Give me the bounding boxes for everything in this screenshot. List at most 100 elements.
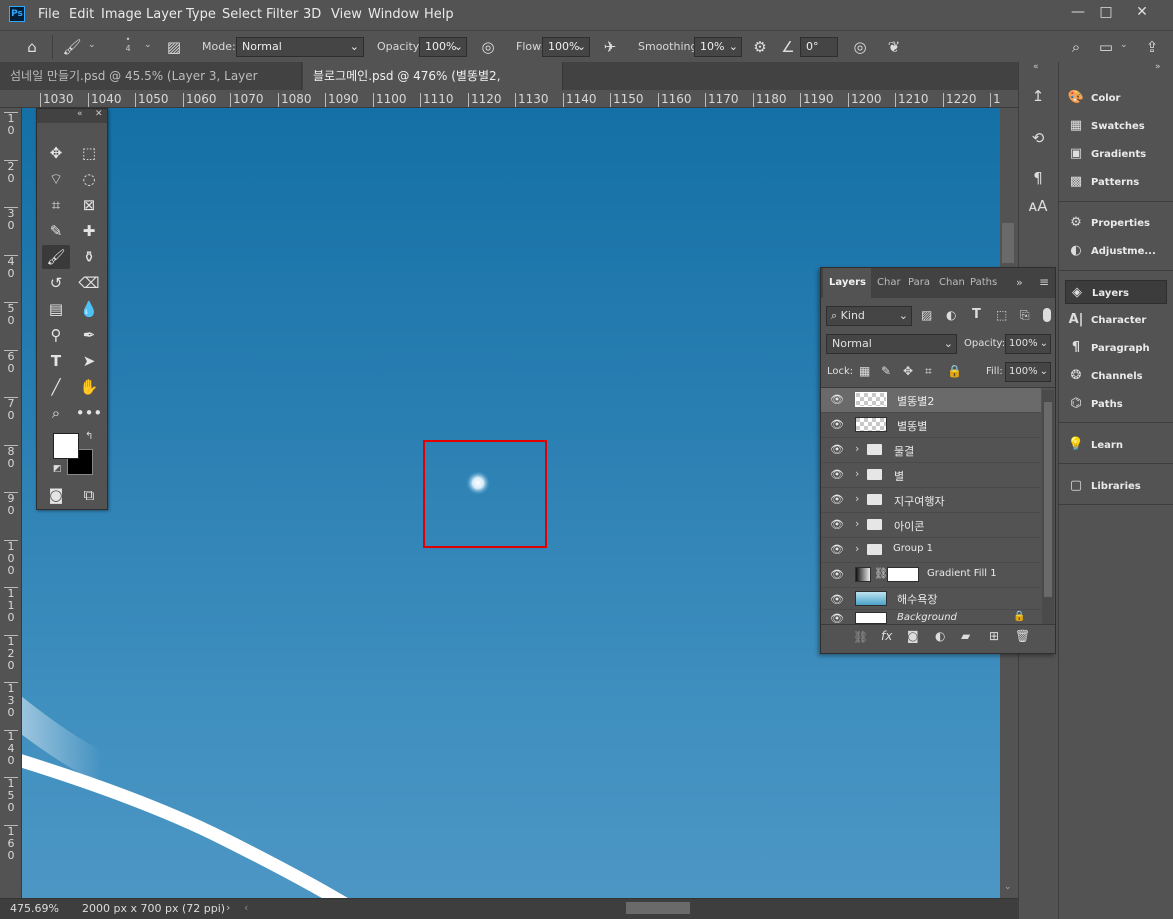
menu-window[interactable]: Window <box>368 7 419 22</box>
brush-preset-icon[interactable]: 🖌 <box>60 35 84 59</box>
pressure-opacity-icon[interactable]: ◎ <box>476 35 500 59</box>
layer-row[interactable]: 👁 › 지구여행자 <box>821 488 1041 513</box>
menu-edit[interactable]: Edit <box>69 7 94 22</box>
add-mask-icon[interactable]: ◙ <box>907 629 919 643</box>
menu-filter[interactable]: Filter <box>266 7 298 22</box>
panel-libraries[interactable]: ▢ Libraries <box>1065 474 1167 498</box>
filter-kind-select[interactable]: ⌕ Kind ⌄ <box>826 306 912 326</box>
lasso-tool-icon[interactable]: ⌔ <box>42 167 70 191</box>
opacity-input[interactable]: 100% ⌄ <box>419 37 467 57</box>
brush-tool-icon[interactable]: 🖌 <box>42 245 70 269</box>
panel-paragraph[interactable]: ¶ Paragraph <box>1065 336 1167 360</box>
fx-icon[interactable]: fx <box>881 629 892 643</box>
chevron-down-icon[interactable]: ⌄ <box>1004 882 1012 892</box>
default-colors-icon[interactable]: ◩ <box>53 464 62 474</box>
scrollbar-thumb[interactable] <box>1002 223 1014 263</box>
layer-row[interactable]: 👁 › Group 1 <box>821 538 1041 563</box>
filter-pixel-icon[interactable]: ▨ <box>921 308 932 322</box>
menu-layer[interactable]: Layer <box>146 7 182 22</box>
panel-menu-icon[interactable]: ≡ <box>1039 275 1049 289</box>
eyedropper-tool-icon[interactable]: ✎ <box>42 219 70 243</box>
tab-blog-main-document[interactable]: 블로그메인.psd @ 476% (별똥별2, RGB/8#) *× <box>303 62 563 111</box>
share-icon[interactable]: ⇪ <box>1140 35 1164 59</box>
tab-paths[interactable]: Paths <box>964 268 1004 298</box>
gear-icon[interactable]: ⚙ <box>748 35 772 59</box>
eye-icon[interactable]: 👁 <box>828 517 846 533</box>
tab-thumbnail-document[interactable]: 섬네일 만들기.psd @ 45.5% (Layer 3, Layer Mask… <box>0 62 302 111</box>
history-icon[interactable]: ↥ <box>1026 84 1050 108</box>
tab-paragraph[interactable]: Para <box>902 268 936 298</box>
panel-properties[interactable]: ⚙ Properties <box>1065 211 1167 235</box>
collapse-icon[interactable]: » <box>1155 62 1161 72</box>
chevron-right-icon[interactable]: › <box>226 901 230 914</box>
chevron-right-icon[interactable]: › <box>855 542 859 555</box>
layer-row[interactable]: 👁 해수욕장 <box>821 588 1041 610</box>
chevron-right-icon[interactable]: › <box>855 492 859 505</box>
eye-icon[interactable]: 👁 <box>828 417 846 433</box>
filter-adjustment-icon[interactable]: ◐ <box>946 308 956 322</box>
crop-tool-icon[interactable]: ⌗ <box>42 193 70 217</box>
toolbox-header[interactable]: « ✕ <box>37 109 107 123</box>
eye-icon[interactable]: 👁 <box>828 592 846 608</box>
eraser-tool-icon[interactable]: ⌫ <box>75 271 103 295</box>
more-tabs-icon[interactable]: » <box>1016 276 1023 289</box>
eye-icon[interactable]: 👁 <box>828 392 846 408</box>
lock-pixels-icon[interactable]: ✎ <box>881 364 891 378</box>
brush-settings-icon[interactable]: ▨ <box>162 35 186 59</box>
close-icon[interactable]: ✕ <box>95 109 103 119</box>
filter-toggle[interactable] <box>1043 308 1051 322</box>
panel-channels[interactable]: ❂ Channels <box>1065 364 1167 388</box>
chevron-right-icon[interactable]: › <box>855 467 859 480</box>
clone-stamp-tool-icon[interactable]: ⚱ <box>75 245 103 269</box>
lock-position-icon[interactable]: ✥ <box>903 364 913 378</box>
quick-mask-icon[interactable]: ◙ <box>42 483 70 507</box>
new-group-icon[interactable]: ▰ <box>961 629 970 643</box>
flow-input[interactable]: 100% ⌄ <box>542 37 590 57</box>
brush-size-indicator[interactable]: • 4 <box>122 35 134 53</box>
menu-view[interactable]: View <box>331 7 362 22</box>
move-tool-icon[interactable]: ✥ <box>42 141 70 165</box>
lock-transparent-icon[interactable]: ▦ <box>859 364 870 378</box>
menu-type[interactable]: Type <box>186 7 216 22</box>
expand-icon[interactable]: « <box>1033 62 1039 72</box>
fill-input[interactable]: 100% ⌄ <box>1005 362 1051 382</box>
more-tools-icon[interactable]: ••• <box>75 401 103 425</box>
layer-row[interactable]: 👁 ⛓ Gradient Fill 1 <box>821 563 1041 588</box>
menu-file[interactable]: File <box>38 7 60 22</box>
chevron-down-icon[interactable]: ⌄ <box>144 40 152 50</box>
eye-icon[interactable]: 👁 <box>828 467 846 483</box>
path-selection-tool-icon[interactable]: ➤ <box>75 349 103 373</box>
type-tool-icon[interactable]: T <box>42 349 70 373</box>
menu-select[interactable]: Select <box>222 7 262 22</box>
panel-swatches[interactable]: ▦ Swatches <box>1065 114 1167 138</box>
character-styles-icon[interactable]: ᴀA <box>1026 194 1050 218</box>
symmetry-icon[interactable]: ❦ <box>882 35 906 59</box>
filter-type-icon[interactable]: T <box>972 307 981 322</box>
pressure-size-icon[interactable]: ◎ <box>848 35 872 59</box>
layer-row[interactable]: 👁 별똥별 <box>821 413 1041 438</box>
blur-tool-icon[interactable]: 💧 <box>75 297 103 321</box>
panel-character[interactable]: A| Character <box>1065 308 1167 332</box>
paragraph-styles-icon[interactable]: ¶ <box>1026 166 1050 190</box>
actions-icon[interactable]: ⟲ <box>1026 126 1050 150</box>
zoom-level[interactable]: 475.69% <box>10 902 59 915</box>
blend-mode-select[interactable]: Normal ⌄ <box>826 334 957 354</box>
close-window-icon[interactable]: ✕ <box>1128 2 1156 22</box>
hand-tool-icon[interactable]: ✋ <box>75 375 103 399</box>
chevron-right-icon[interactable]: › <box>855 517 859 530</box>
healing-brush-tool-icon[interactable]: ✚ <box>75 219 103 243</box>
airbrush-icon[interactable]: ✈ <box>598 35 622 59</box>
scrollbar-thumb[interactable] <box>1044 402 1052 597</box>
eye-icon[interactable]: 👁 <box>828 442 846 458</box>
gradient-tool-icon[interactable]: ▤ <box>42 297 70 321</box>
panel-paths[interactable]: ⌬ Paths <box>1065 392 1167 416</box>
tab-layers[interactable]: Layers <box>823 268 872 298</box>
trash-icon[interactable]: 🗑 <box>1015 629 1030 643</box>
panel-layers[interactable]: ◈ Layers <box>1065 280 1167 304</box>
scroll-left-icon[interactable]: ‹ <box>244 901 248 914</box>
maximize-icon[interactable]: □ <box>1092 2 1120 22</box>
chevron-down-icon[interactable]: ⌄ <box>88 40 96 50</box>
line-tool-icon[interactable]: ╱ <box>42 375 70 399</box>
layer-row[interactable]: 👁 별똥별2 <box>821 388 1041 413</box>
chevron-down-icon[interactable]: ⌄ <box>1120 40 1128 50</box>
